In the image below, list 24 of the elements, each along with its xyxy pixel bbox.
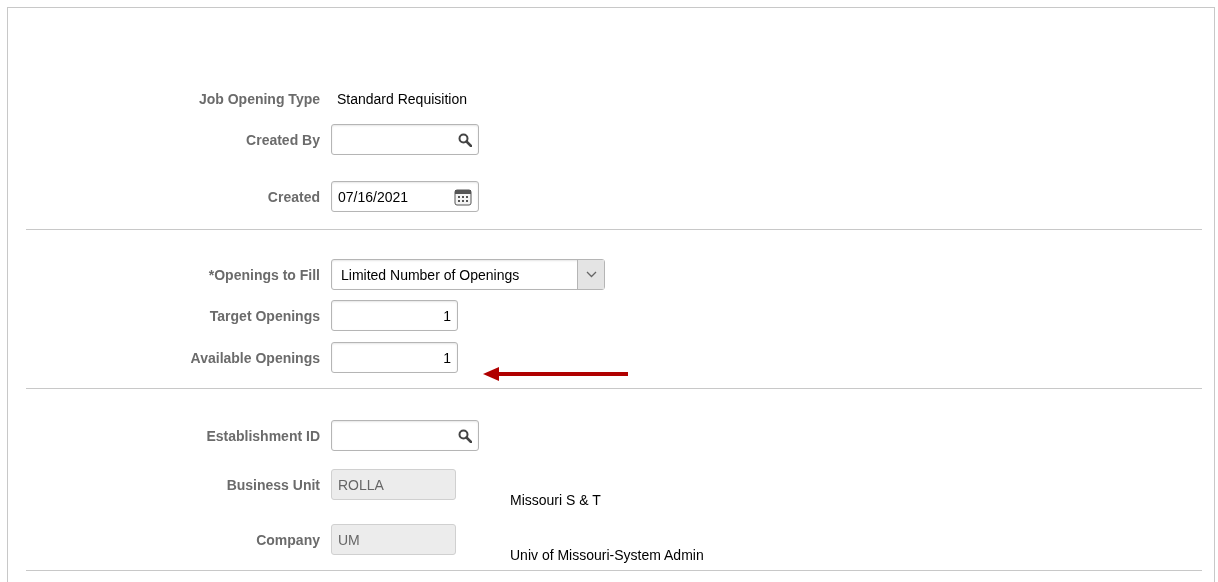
- field-label: Company: [256, 531, 320, 548]
- field-label: Target Openings: [209, 307, 320, 324]
- number-field[interactable]: 1: [331, 342, 458, 373]
- dropdown-field[interactable]: Limited Number of Openings: [331, 259, 605, 290]
- chevron-down-icon[interactable]: [585, 271, 597, 278]
- field-label: Created: [267, 188, 320, 205]
- lookup-field[interactable]: [331, 124, 479, 155]
- readonly-field: UM: [331, 524, 456, 555]
- field-label: *Openings to Fill: [208, 266, 320, 283]
- field-label: Business Unit: [226, 476, 320, 493]
- number-field[interactable]: 1: [331, 300, 458, 331]
- field-label: Available Openings: [190, 349, 320, 366]
- readonly-field: ROLLA: [331, 469, 456, 500]
- field-value: Standard Requisition: [337, 91, 467, 107]
- field-description: Univ of Missouri-System Admin: [510, 547, 704, 563]
- date-field[interactable]: 07/16/2021: [331, 181, 479, 212]
- calendar-icon[interactable]: [454, 187, 472, 206]
- field-label: Establishment ID: [206, 427, 320, 444]
- field-label: Created By: [246, 131, 320, 148]
- lookup-field[interactable]: [331, 420, 479, 451]
- search-icon[interactable]: [458, 132, 472, 147]
- field-description: Missouri S & T: [510, 492, 601, 508]
- field-label: Job Opening Type: [198, 91, 320, 107]
- search-icon[interactable]: [458, 428, 472, 443]
